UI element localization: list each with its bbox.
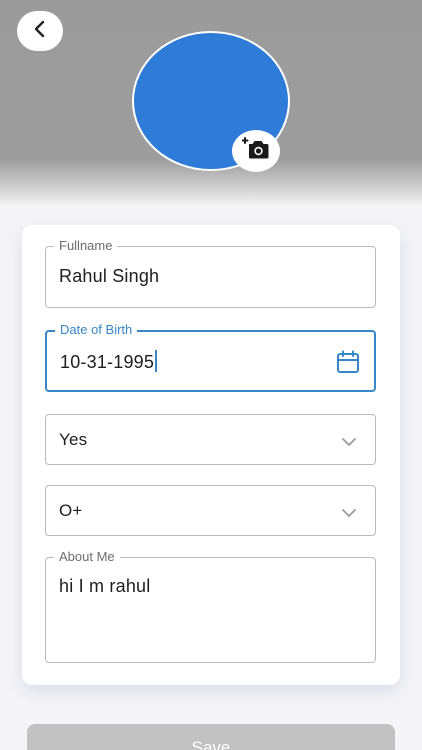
select-2-value: O+ <box>59 501 83 520</box>
select-1-value: Yes <box>59 430 88 449</box>
fullname-value: Rahul Singh <box>59 266 160 286</box>
date-of-birth-label: Date of Birth <box>55 322 138 338</box>
fullname-label: Fullname <box>54 238 118 254</box>
fullname-field[interactable]: Fullname Rahul Singh <box>45 238 376 308</box>
add-camera-icon <box>241 136 270 166</box>
about-me-value: hi I m rahul <box>59 576 151 596</box>
date-of-birth-field[interactable]: Date of Birth 10-31-1995 <box>45 322 376 392</box>
profile-form-card: Fullname Rahul Singh Date of Birth 10-31… <box>22 225 400 685</box>
back-button[interactable] <box>17 11 63 51</box>
about-me-label: About Me <box>54 549 120 565</box>
save-button[interactable]: Save <box>27 724 395 750</box>
select-field-2[interactable]: O+ <box>45 485 376 536</box>
select-field-1[interactable]: Yes <box>45 414 376 465</box>
change-photo-button[interactable] <box>232 130 280 172</box>
chevron-down-icon <box>341 434 357 452</box>
text-caret <box>155 350 158 372</box>
profile-header <box>0 0 422 205</box>
date-of-birth-value: 10-31-1995 <box>60 352 155 372</box>
about-me-field[interactable]: About Me hi I m rahul <box>45 549 376 663</box>
chevron-left-icon <box>33 20 47 43</box>
date-of-birth-value-wrap: 10-31-1995 <box>60 350 158 373</box>
chevron-down-icon <box>341 505 357 523</box>
calendar-icon[interactable] <box>336 350 360 379</box>
